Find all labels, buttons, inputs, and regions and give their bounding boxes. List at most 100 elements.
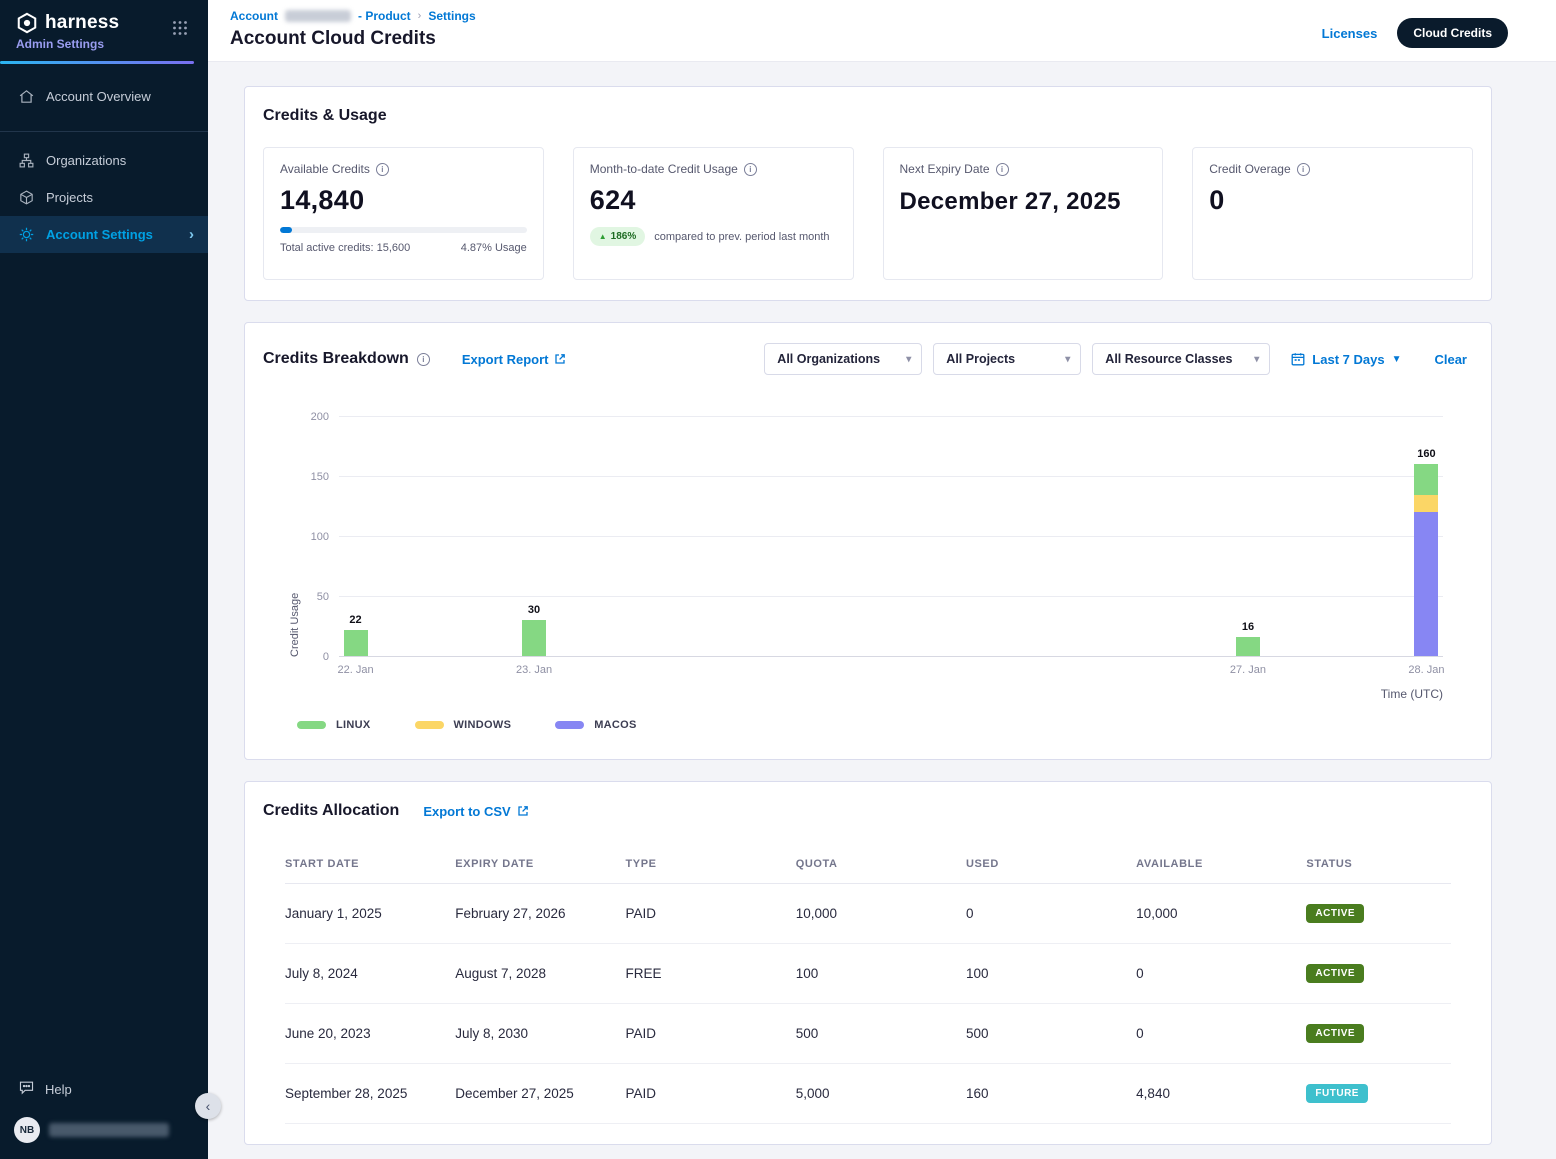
breadcrumb-account-link[interactable]: Account [230,9,278,23]
column-header: START DATE [285,848,455,884]
cell-used: 500 [966,1004,1136,1064]
x-axis-tick-label: 27. Jan [1230,664,1266,676]
x-axis-tick-label: 23. Jan [516,664,552,676]
cell-status: FUTURE [1306,1064,1451,1124]
credit-overage-value: 0 [1209,185,1456,216]
stat-label: Next Expiry Date [900,162,990,176]
breadcrumb-settings-link[interactable]: Settings [428,9,475,23]
status-badge: ACTIVE [1306,964,1364,983]
credits-usage-title: Credits & Usage [263,107,1473,125]
bar-segment-windows [1414,495,1438,512]
sidebar-item-label: Account Overview [46,89,151,104]
cell-used: 100 [966,944,1136,1004]
stat-label: Available Credits [280,162,370,176]
projects-filter-select[interactable]: All Projects ▾ [933,343,1081,375]
breadcrumb-product-link[interactable]: - Product [358,9,411,23]
nav-divider [0,131,208,132]
y-axis-tick-label: 50 [317,591,329,603]
delta-badge: ▲ 186% [590,227,646,246]
app-switcher-icon[interactable] [172,20,188,36]
mtd-usage-card: Month-to-date Credit Usage i 624 ▲ 186% … [573,147,854,280]
date-range-value: Last 7 Days [1312,352,1384,367]
info-icon[interactable]: i [996,163,1009,176]
legend-item-macos[interactable]: MACOS [555,719,636,731]
brand-block: harness Admin Settings [0,0,208,64]
legend-item-linux[interactable]: LINUX [297,719,371,731]
column-header: EXPIRY DATE [455,848,625,884]
credits-progress-track [280,227,527,233]
help-button[interactable]: Help [0,1069,208,1109]
sidebar-item-account-settings[interactable]: Account Settings › [0,216,208,253]
avatar: NB [14,1117,40,1143]
chevron-down-icon: ▾ [906,354,911,365]
info-icon[interactable]: i [417,353,430,366]
chart-bar [1236,637,1260,656]
usage-percent-note: 4.87% Usage [461,242,527,254]
legend-swatch [297,721,326,729]
column-header: AVAILABLE [1136,848,1306,884]
gridline [339,416,1443,417]
sidebar-item-label: Organizations [46,153,126,168]
cell-status: ACTIVE [1306,884,1451,944]
cell-expiry-date: August 7, 2028 [455,944,625,1004]
y-axis-tick-label: 150 [311,471,329,483]
table-row: June 20, 2023July 8, 2030PAID5005000ACTI… [285,1004,1451,1064]
caret-down-icon: ▼ [1392,354,1402,365]
resource-classes-filter-select[interactable]: All Resource Classes ▾ [1092,343,1270,375]
projects-cube-icon [18,189,35,206]
x-axis-tick-label: 22. Jan [338,664,374,676]
legend-label: WINDOWS [454,719,512,731]
sidebar-item-label: Account Settings [46,227,153,242]
cell-used: 0 [966,884,1136,944]
external-link-icon [517,805,529,817]
credits-breakdown-card: Credits Breakdown i Export Report All Or… [244,322,1492,760]
sidebar-item-organizations[interactable]: Organizations [0,142,208,179]
brand-subtitle: Admin Settings [16,37,194,51]
gear-icon [18,226,35,243]
cell-available: 10,000 [1136,884,1306,944]
info-icon[interactable]: i [376,163,389,176]
credits-breakdown-chart: Credit Usage 05010015020022. Jan2223. Ja… [289,417,1467,731]
x-axis-tick-label: 28. Jan [1408,664,1444,676]
stat-label: Credit Overage [1209,162,1290,176]
table-row: January 1, 2025February 27, 2026PAID10,0… [285,884,1451,944]
cell-quota: 100 [796,944,966,1004]
legend-item-windows[interactable]: WINDOWS [415,719,512,731]
legend-label: MACOS [594,719,636,731]
cell-start-date: September 28, 2025 [285,1064,455,1124]
clear-filters-button[interactable]: Clear [1434,352,1467,367]
cell-expiry-date: December 27, 2025 [455,1064,625,1124]
credits-progress-fill [280,227,292,233]
credits-breakdown-title: Credits Breakdown [263,350,409,368]
credit-overage-card: Credit Overage i 0 [1192,147,1473,280]
column-header: USED [966,848,1136,884]
gridline [339,536,1443,537]
status-badge: ACTIVE [1306,904,1364,923]
user-menu[interactable]: NB [0,1109,208,1153]
date-range-filter[interactable]: Last 7 Days ▼ [1291,352,1401,367]
sidebar-item-projects[interactable]: Projects [0,179,208,216]
cell-status: ACTIVE [1306,1004,1451,1064]
export-csv-link[interactable]: Export to CSV [423,804,528,819]
info-icon[interactable]: i [1297,163,1310,176]
bar-segment-linux [344,630,368,656]
organizations-icon [18,152,35,169]
export-report-link[interactable]: Export Report [462,352,567,367]
user-name-redacted [49,1123,169,1137]
sidebar-item-account-overview[interactable]: Account Overview [0,78,208,115]
organizations-filter-select[interactable]: All Organizations ▾ [764,343,922,375]
cloud-credits-button[interactable]: Cloud Credits [1397,18,1508,48]
cell-start-date: July 8, 2024 [285,944,455,1004]
cell-available: 0 [1136,944,1306,1004]
bar-segment-linux [1236,637,1260,656]
sidebar-collapse-handle[interactable]: ‹ [195,1093,221,1119]
cell-expiry-date: February 27, 2026 [455,884,625,944]
table-row: July 8, 2024August 7, 2028FREE1001000ACT… [285,944,1451,1004]
info-icon[interactable]: i [744,163,757,176]
table-header-row: START DATEEXPIRY DATETYPEQUOTAUSEDAVAILA… [285,848,1451,884]
licenses-link[interactable]: Licenses [1322,26,1378,41]
cell-quota: 5,000 [796,1064,966,1124]
mtd-usage-value: 624 [590,185,837,216]
cell-available: 0 [1136,1004,1306,1064]
cell-type: FREE [625,944,795,1004]
